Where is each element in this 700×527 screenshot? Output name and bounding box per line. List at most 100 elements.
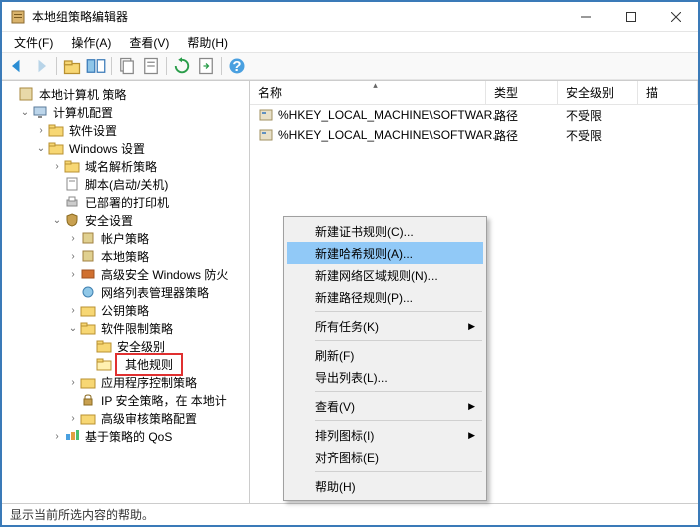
properties-button[interactable]	[140, 55, 162, 77]
ctx-label: 排列图标(I)	[315, 427, 374, 444]
column-desc[interactable]: 描	[638, 81, 698, 104]
export-button[interactable]	[195, 55, 217, 77]
ctx-new-cert-rule[interactable]: 新建证书规则(C)...	[287, 220, 483, 242]
ctx-help[interactable]: 帮助(H)	[287, 475, 483, 497]
folder-icon	[64, 158, 80, 174]
menu-help[interactable]: 帮助(H)	[179, 32, 236, 53]
chevron-right-icon[interactable]: ›	[66, 269, 80, 280]
lock-icon	[80, 392, 96, 408]
tree-windows-settings[interactable]: ⌄Windows 设置	[2, 139, 249, 157]
chevron-right-icon[interactable]: ›	[66, 251, 80, 262]
cell-name: %HKEY_LOCAL_MACHINE\SOFTWAR...	[278, 108, 502, 122]
key-icon	[80, 302, 96, 318]
menu-action[interactable]: 操作(A)	[63, 32, 119, 53]
tree-scripts[interactable]: 脚本(启动/关机)	[2, 175, 249, 193]
chevron-right-icon[interactable]: ›	[66, 305, 80, 316]
chevron-right-icon: ▶	[468, 430, 475, 441]
tree-wfas[interactable]: › 高级安全 Windows 防火	[2, 265, 249, 283]
toolbar: ?	[2, 52, 698, 80]
minimize-button[interactable]	[563, 2, 608, 31]
menu-file[interactable]: 文件(F)	[6, 32, 61, 53]
context-menu: 新建证书规则(C)... 新建哈希规则(A)... 新建网络区域规则(N)...…	[283, 216, 487, 501]
tree-label: 软件限制策略	[99, 319, 175, 338]
tree-root[interactable]: 本地计算机 策略	[2, 85, 249, 103]
tree-computer-config[interactable]: ⌄ 计算机配置	[2, 103, 249, 121]
tree-label: 软件设置	[67, 121, 119, 140]
tree-ipsec[interactable]: IP 安全策略，在 本地计	[2, 391, 249, 409]
registry-icon	[258, 107, 274, 123]
ctx-new-zone-rule[interactable]: 新建网络区域规则(N)...	[287, 264, 483, 286]
chevron-down-icon[interactable]: ⌄	[34, 143, 48, 154]
separator	[315, 340, 482, 341]
status-text: 显示当前所选内容的帮助。	[10, 506, 154, 523]
tree-nlm[interactable]: 网络列表管理器策略	[2, 283, 249, 301]
tree-software-settings[interactable]: › 软件设置	[2, 121, 249, 139]
refresh-button[interactable]	[171, 55, 193, 77]
chevron-right-icon[interactable]: ›	[66, 413, 80, 424]
folder-icon	[80, 410, 96, 426]
tree-other-rules[interactable]: 其他规则	[2, 355, 249, 373]
maximize-button[interactable]	[608, 2, 653, 31]
window-title: 本地组策略编辑器	[32, 8, 563, 25]
tree-security-settings[interactable]: ⌄安全设置	[2, 211, 249, 229]
tree-printers[interactable]: 已部署的打印机	[2, 193, 249, 211]
tree-label: 高级审核策略配置	[99, 409, 199, 428]
statusbar: 显示当前所选内容的帮助。	[2, 503, 698, 525]
show-hide-button[interactable]	[85, 55, 107, 77]
tree-label: IP 安全策略，在 本地计	[99, 391, 229, 410]
printer-icon	[64, 194, 80, 210]
tree-dns-policy[interactable]: ›域名解析策略	[2, 157, 249, 175]
ctx-align-icons[interactable]: 对齐图标(E)	[287, 446, 483, 468]
tree-label: 脚本(启动/关机)	[83, 175, 170, 194]
cell-security: 不受限	[558, 105, 638, 125]
chevron-right-icon: ▶	[468, 321, 475, 332]
chevron-right-icon[interactable]: ›	[50, 431, 64, 442]
back-button[interactable]	[6, 55, 28, 77]
chevron-right-icon[interactable]: ›	[50, 161, 64, 172]
separator	[315, 311, 482, 312]
folder-icon	[80, 320, 96, 336]
chevron-down-icon[interactable]: ⌄	[50, 215, 64, 226]
ctx-new-hash-rule[interactable]: 新建哈希规则(A)...	[287, 242, 483, 264]
ctx-view[interactable]: 查看(V)▶	[287, 395, 483, 417]
tree-appctrl[interactable]: › 应用程序控制策略	[2, 373, 249, 391]
column-type[interactable]: 类型	[486, 81, 558, 104]
folder-open-icon	[96, 356, 112, 372]
chevron-right-icon[interactable]: ›	[66, 377, 80, 388]
ctx-all-tasks[interactable]: 所有任务(K)▶	[287, 315, 483, 337]
tree-panel[interactable]: 本地计算机 策略 ⌄ 计算机配置 › 软件设置	[2, 81, 250, 503]
tree-label: 已部署的打印机	[83, 193, 171, 212]
tree-label: 基于策略的 QoS	[83, 427, 174, 446]
ctx-new-path-rule[interactable]: 新建路径规则(P)...	[287, 286, 483, 308]
ctx-arrange-icons[interactable]: 排列图标(I) ▶	[287, 424, 483, 446]
tree-pubkey[interactable]: ›公钥策略	[2, 301, 249, 319]
chevron-down-icon[interactable]: ⌄	[66, 323, 80, 334]
tree-audit[interactable]: › 高级审核策略配置	[2, 409, 249, 427]
chevron-right-icon[interactable]: ›	[34, 125, 48, 136]
list-row[interactable]: %HKEY_LOCAL_MACHINE\SOFTWAR... 路径 不受限	[250, 105, 698, 125]
tree-label: 高级安全 Windows 防火	[99, 265, 230, 284]
copy-button[interactable]	[116, 55, 138, 77]
tree-account-policy[interactable]: › 帐户策略	[2, 229, 249, 247]
tree-label: 帐户策略	[99, 229, 151, 248]
chevron-down-icon[interactable]: ⌄	[18, 107, 32, 118]
tree-qos[interactable]: › 基于策略的 QoS	[2, 427, 249, 445]
titlebar[interactable]: 本地组策略编辑器	[2, 2, 698, 32]
up-button[interactable]	[61, 55, 83, 77]
tree-label: 应用程序控制策略	[99, 373, 199, 392]
ctx-export[interactable]: 导出列表(L)...	[287, 366, 483, 388]
qos-icon	[64, 428, 80, 444]
registry-icon	[258, 127, 274, 143]
tree-local-policy[interactable]: ›本地策略	[2, 247, 249, 265]
tree-srp[interactable]: ⌄ 软件限制策略	[2, 319, 249, 337]
list-row[interactable]: %HKEY_LOCAL_MACHINE\SOFTWAR... 路径 不受限	[250, 125, 698, 145]
help-button[interactable]: ?	[226, 55, 248, 77]
forward-button[interactable]	[30, 55, 52, 77]
close-button[interactable]	[653, 2, 698, 31]
ctx-refresh[interactable]: 刷新(F)	[287, 344, 483, 366]
column-name[interactable]: ▴名称	[250, 81, 486, 104]
shield-icon	[64, 212, 80, 228]
menu-view[interactable]: 查看(V)	[121, 32, 177, 53]
chevron-right-icon[interactable]: ›	[66, 233, 80, 244]
column-security[interactable]: 安全级别	[558, 81, 638, 104]
